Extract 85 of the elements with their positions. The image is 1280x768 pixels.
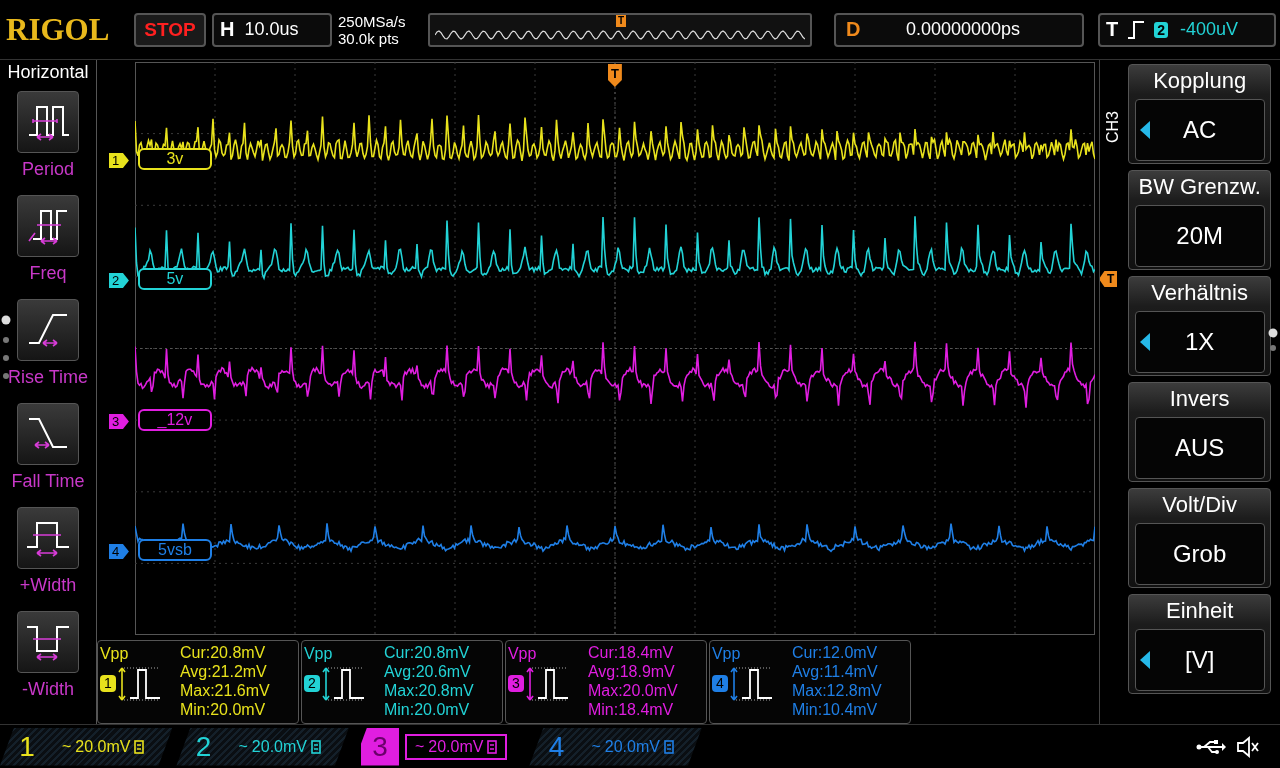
menu-softkey[interactable]: Invers AUS — [1128, 382, 1272, 482]
channel-marker[interactable]: 1 — [108, 153, 129, 168]
measurement-value: Max:21.6mV — [179, 681, 270, 700]
memory-depth: 30.0k pts — [338, 29, 400, 47]
page-indicator-icon — [1268, 328, 1278, 354]
measurement-type: Vpp — [711, 645, 742, 662]
measurement-type: Vpp — [303, 645, 334, 662]
menu-softkey[interactable]: BW Grenzw. 20M — [1128, 170, 1272, 270]
menu-channel-title: CH3 — [1104, 111, 1123, 143]
menu-softkey[interactable]: Einheit [V] — [1128, 594, 1272, 694]
selector-arrow-icon — [1139, 333, 1150, 351]
measurement-type: Vpp — [99, 645, 130, 662]
channel-marker[interactable]: 4 — [108, 544, 129, 559]
channel-marker[interactable]: 2 — [108, 273, 129, 288]
channel-badge: 1 — [99, 674, 116, 692]
measure-label: Period — [21, 159, 74, 180]
measure-button[interactable] — [16, 91, 79, 153]
bandwidth-limit-icon — [134, 739, 145, 754]
measurement-value: Cur:20.8mV — [179, 643, 267, 662]
measurement-value: Min:18.4mV — [587, 700, 675, 719]
trigger-level-marker: T — [1098, 271, 1118, 287]
menu-softkey[interactable]: Volt/Div Grob — [1128, 488, 1272, 588]
measurement-value: Avg:21.2mV — [179, 662, 268, 681]
bandwidth-limit-icon — [310, 739, 321, 754]
measure-button[interactable] — [16, 611, 79, 673]
trigger-display[interactable]: T 2 -400uV — [1098, 12, 1276, 47]
measure-label: Fall Time — [11, 471, 85, 492]
channel-label-tag[interactable]: 3v — [137, 148, 212, 170]
menu-softkey[interactable]: Kopplung AC — [1128, 64, 1272, 164]
channel-scale-tab[interactable]: 2 ~ 20.0mV — [176, 727, 349, 766]
timebase-display[interactable]: H 10.0us — [212, 12, 332, 47]
measure-button[interactable] — [16, 195, 79, 257]
measurement-value: Min:10.4mV — [791, 700, 879, 719]
delay-value: 0.00000000ps — [906, 19, 1021, 40]
brand-logo: RIGOL — [6, 11, 111, 48]
waveform-overview-icon — [435, 28, 805, 41]
measure-button[interactable] — [16, 403, 79, 465]
measurement-value: Max:20.8mV — [383, 681, 474, 700]
page-indicator-icon — [1, 315, 11, 381]
selector-arrow-icon — [1139, 651, 1150, 669]
measure-label: -Width — [21, 679, 74, 700]
delay-display[interactable]: D 0.00000000ps — [834, 12, 1084, 47]
channel-marker[interactable]: 3 — [108, 414, 129, 429]
speaker-muted-icon — [1236, 735, 1260, 758]
channel-label-tag[interactable]: 5v — [137, 268, 212, 290]
delay-label: D — [846, 18, 862, 41]
trigger-label: T — [1106, 18, 1119, 41]
trigger-source-badge: 2 — [1154, 21, 1168, 38]
channel-badge: 4 — [711, 674, 728, 692]
sample-rate: 250MSa/s — [338, 12, 407, 30]
measurement-value: Min:20.0mV — [383, 700, 471, 719]
channel-label-tag[interactable]: _12v — [137, 409, 212, 431]
trigger-level: -400uV — [1180, 19, 1239, 40]
trigger-position-marker: T — [616, 14, 627, 27]
measurement-value: Max:20.0mV — [587, 681, 678, 700]
measure-label: Freq — [29, 263, 67, 284]
run-stop-button[interactable]: STOP — [134, 12, 206, 47]
measurement-value: Cur:20.8mV — [383, 643, 471, 662]
measure-label: Rise Time — [7, 367, 88, 388]
measurement-value: Avg:11.4mV — [791, 662, 879, 681]
menu-title: Horizontal — [7, 62, 89, 83]
channel-label-tag[interactable]: 5vsb — [137, 539, 212, 561]
measurement-value: Cur:18.4mV — [587, 643, 675, 662]
measurement-value: Avg:20.6mV — [383, 662, 472, 681]
channel-badge: 3 — [507, 674, 524, 692]
rising-edge-icon — [1126, 19, 1147, 40]
usb-icon — [1196, 738, 1226, 755]
measurement-value: Min:20.0mV — [179, 700, 267, 719]
channel-scale-tab[interactable]: 4 ~ 20.0mV — [529, 727, 702, 766]
measurement-value: Cur:12.0mV — [791, 643, 879, 662]
channel-scale-tab[interactable]: 1 ~ 20.0mV — [0, 727, 173, 766]
bandwidth-limit-icon — [487, 739, 498, 754]
measurement-type: Vpp — [507, 645, 538, 662]
measure-label: +Width — [19, 575, 77, 596]
measurement-value: Avg:18.9mV — [587, 662, 676, 681]
menu-softkey[interactable]: Verhältnis 1X — [1128, 276, 1272, 376]
measure-button[interactable] — [16, 507, 79, 569]
measurement-value: Max:12.8mV — [791, 681, 882, 700]
selector-arrow-icon — [1139, 121, 1150, 139]
bandwidth-limit-icon — [663, 739, 674, 754]
trigger-position-marker: T — [607, 64, 622, 87]
timebase-label: H — [220, 18, 235, 41]
channel-badge: 2 — [303, 674, 320, 692]
measure-button[interactable] — [16, 299, 79, 361]
timebase-value: 10.0us — [244, 19, 299, 40]
